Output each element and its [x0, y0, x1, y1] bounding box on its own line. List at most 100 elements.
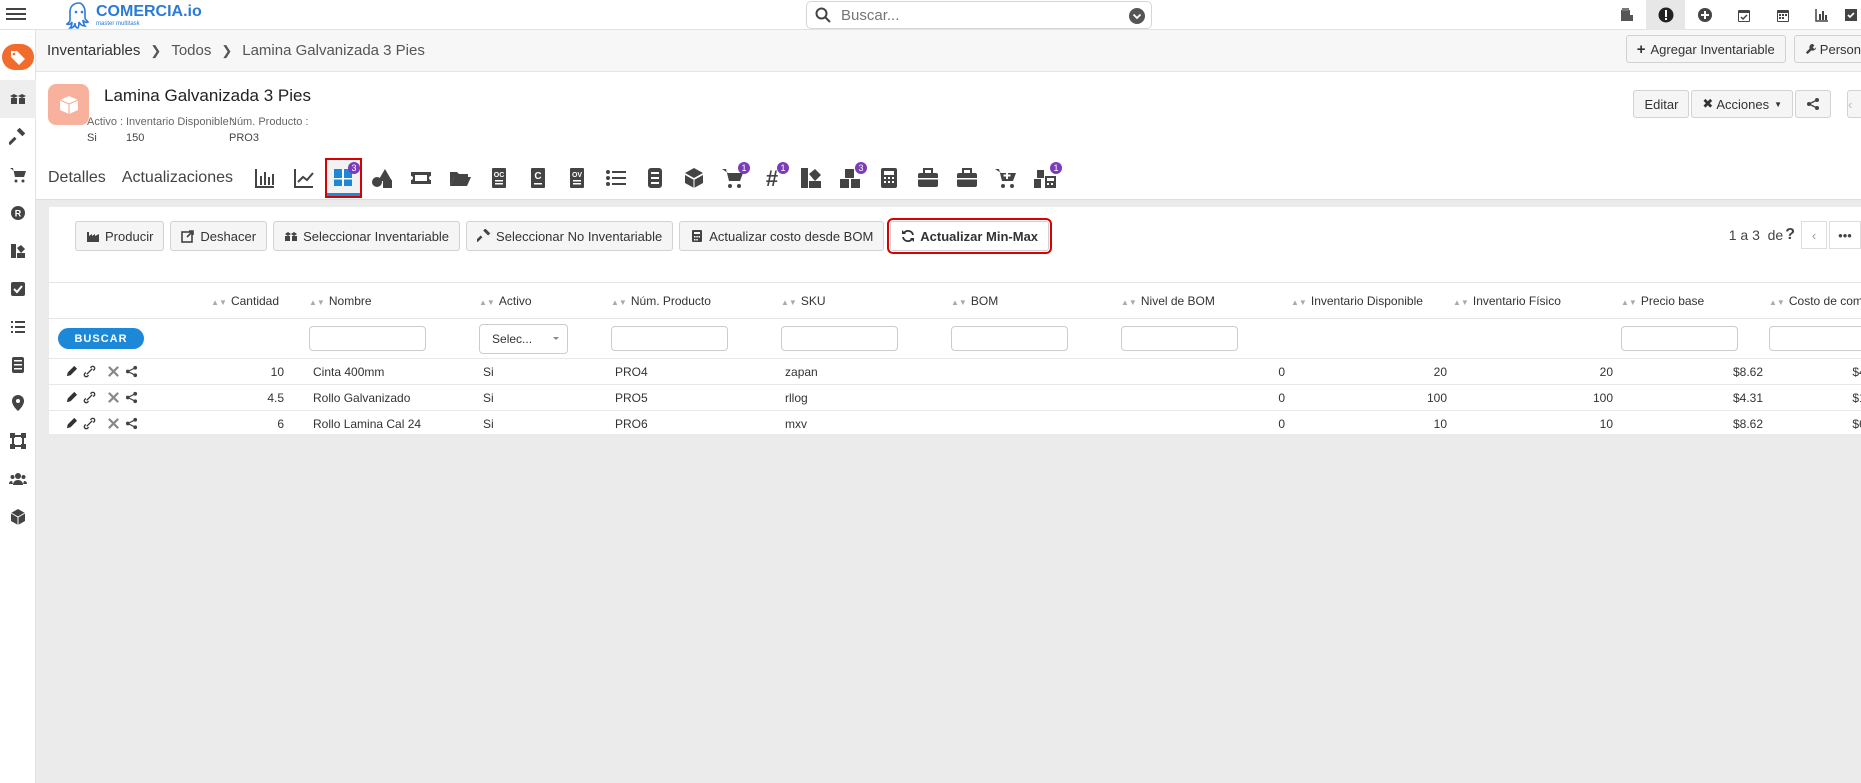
meta-inventario: Inventario Disponible :150 — [126, 116, 235, 144]
deshacer-button[interactable]: Deshacer — [170, 221, 268, 251]
personalize-button[interactable]: Person — [1793, 35, 1861, 63]
tab-briefcase-icon[interactable] — [912, 160, 945, 196]
chart-icon[interactable] — [1802, 0, 1841, 30]
col-sku[interactable]: ▲▼ SKU — [781, 282, 952, 319]
tab-ticket-icon[interactable] — [405, 160, 438, 196]
tab-shapes-icon[interactable] — [366, 160, 399, 196]
sidebar-item-list[interactable] — [0, 308, 36, 346]
filter-activo-select[interactable]: Selec... — [479, 323, 569, 354]
sidebar-item-tasks[interactable] — [0, 270, 36, 308]
tab-calculator-icon[interactable] — [873, 160, 906, 196]
tab-bar-chart-icon[interactable] — [249, 160, 282, 196]
share-icon[interactable] — [125, 365, 138, 378]
col-nombre[interactable]: ▲▼ Nombre — [309, 282, 480, 319]
tab-oc-document-icon[interactable]: OC — [483, 160, 516, 196]
tools-icon[interactable] — [107, 417, 120, 430]
sidebar-item-shapes[interactable] — [0, 422, 36, 460]
seleccionar-no-inventariable-button[interactable]: Seleccionar No Inventariable — [466, 221, 674, 251]
actualizar-min-max-button[interactable]: Actualizar Min-Max — [887, 218, 1053, 254]
tab-c-document-icon[interactable]: C — [522, 160, 555, 196]
tab-boxes-icon[interactable]: 3 — [324, 158, 362, 198]
sidebar-item-users[interactable] — [0, 460, 36, 498]
tab-hash-icon[interactable]: #1 — [756, 160, 789, 196]
tab-ledger-icon[interactable] — [639, 160, 672, 196]
actualizar-costo-bom-button[interactable]: Actualizar costo desde BOM — [679, 221, 885, 251]
check-icon[interactable] — [1841, 0, 1861, 30]
tab-folder-open-icon[interactable] — [444, 160, 477, 196]
sidebar: R — [0, 30, 36, 783]
col-bom[interactable]: ▲▼ BOM — [951, 282, 1122, 319]
search-options-icon[interactable] — [1129, 8, 1145, 24]
menu-icon[interactable] — [6, 5, 26, 25]
breadcrumb-inventariables[interactable]: Inventariables — [47, 42, 140, 59]
col-inventario-fisico[interactable]: ▲▼ Inventario Físico — [1453, 282, 1622, 319]
tools-icon[interactable] — [107, 365, 120, 378]
col-activo[interactable]: ▲▼ Activo — [479, 282, 612, 319]
seleccionar-inventariable-button[interactable]: Seleccionar Inventariable — [273, 221, 461, 251]
tab-actualizaciones[interactable]: Actualizaciones — [122, 169, 233, 187]
col-costo-compra[interactable]: ▲▼Costo de compra — [1769, 282, 1861, 319]
calendar-check-icon[interactable] — [1724, 0, 1763, 30]
sidebar-item-locations[interactable] — [0, 384, 36, 422]
tab-ov-document-icon[interactable]: OV — [561, 160, 594, 196]
buscar-button[interactable]: BUSCAR — [58, 328, 144, 349]
tab-stack-icon[interactable]: 3 — [834, 160, 867, 196]
col-precio-base[interactable]: ▲▼ Precio base — [1621, 282, 1770, 319]
prev-page-button[interactable]: ‹ — [1801, 221, 1827, 249]
edit-pencil-icon[interactable] — [65, 417, 78, 430]
more-options-button[interactable]: ••• — [1829, 221, 1861, 249]
share-button[interactable] — [1795, 90, 1831, 118]
col-inventario-disponible[interactable]: ▲▼ Inventario Disponible — [1291, 282, 1454, 319]
cell-inventario-fisico: 100 — [1453, 384, 1622, 411]
filter-precio-base[interactable] — [1621, 326, 1739, 351]
sidebar-item-box[interactable] — [0, 498, 36, 536]
link-icon[interactable] — [83, 365, 96, 378]
tab-list-icon[interactable] — [600, 160, 633, 196]
tab-cart-plus-icon[interactable] — [990, 160, 1023, 196]
filter-sku[interactable] — [781, 326, 899, 351]
filter-num-producto[interactable] — [611, 326, 729, 351]
help-icon[interactable]: ? — [1785, 226, 1795, 244]
sidebar-item-registered[interactable]: R — [0, 194, 36, 232]
acciones-button[interactable]: ✖ Acciones ▼ — [1691, 90, 1793, 118]
tab-line-chart-icon[interactable] — [288, 160, 321, 196]
edit-button[interactable]: Editar — [1633, 90, 1690, 118]
tools-icon[interactable] — [107, 391, 120, 404]
add-circle-icon[interactable] — [1685, 0, 1724, 30]
filter-costo-compra[interactable] — [1769, 326, 1861, 351]
edit-pencil-icon[interactable] — [65, 391, 78, 404]
filter-nivel-bom[interactable] — [1121, 326, 1239, 351]
sidebar-item-inventory[interactable] — [0, 80, 36, 118]
tab-stack-calc-icon[interactable]: 1 — [1029, 160, 1062, 196]
col-nivel-bom[interactable]: ▲▼ Nivel de BOM — [1121, 282, 1292, 319]
inventory-icon[interactable] — [1607, 0, 1646, 30]
tab-detalles[interactable]: Detalles — [48, 169, 106, 187]
filter-nombre[interactable] — [309, 326, 427, 351]
calendar-icon[interactable] — [1763, 0, 1802, 30]
tab-swatches-icon[interactable] — [795, 160, 828, 196]
search-input[interactable] — [841, 6, 1121, 24]
tab-briefcase2-icon[interactable] — [951, 160, 984, 196]
col-cantidad[interactable]: ▲▼ Cantidad — [157, 282, 310, 319]
add-inventariable-button[interactable]: + Agregar Inventariable — [1625, 35, 1786, 63]
sidebar-item-production[interactable] — [0, 118, 36, 156]
breadcrumb-todos[interactable]: Todos — [171, 42, 211, 59]
share-icon[interactable] — [125, 391, 138, 404]
search-box[interactable] — [806, 1, 1152, 29]
share-icon[interactable] — [125, 417, 138, 430]
filter-bom[interactable] — [951, 326, 1069, 351]
logo[interactable]: COMERCIA.io master multitask — [64, 0, 202, 30]
sidebar-item-ledger[interactable] — [0, 346, 36, 384]
link-icon[interactable] — [83, 391, 96, 404]
prev-record-button[interactable]: ‹ — [1847, 90, 1861, 118]
link-icon[interactable] — [83, 417, 96, 430]
alert-icon[interactable] — [1646, 0, 1685, 30]
tab-box-open-icon[interactable] — [678, 160, 711, 196]
edit-pencil-icon[interactable] — [65, 365, 78, 378]
producir-button[interactable]: Producir — [75, 221, 165, 251]
sidebar-item-tags[interactable] — [0, 30, 36, 80]
sidebar-item-cart[interactable] — [0, 156, 36, 194]
sidebar-item-swatches[interactable] — [0, 232, 36, 270]
col-num-producto[interactable]: ▲▼ Núm. Producto — [611, 282, 782, 319]
tab-cart-arrow-icon[interactable]: 1 — [717, 160, 750, 196]
